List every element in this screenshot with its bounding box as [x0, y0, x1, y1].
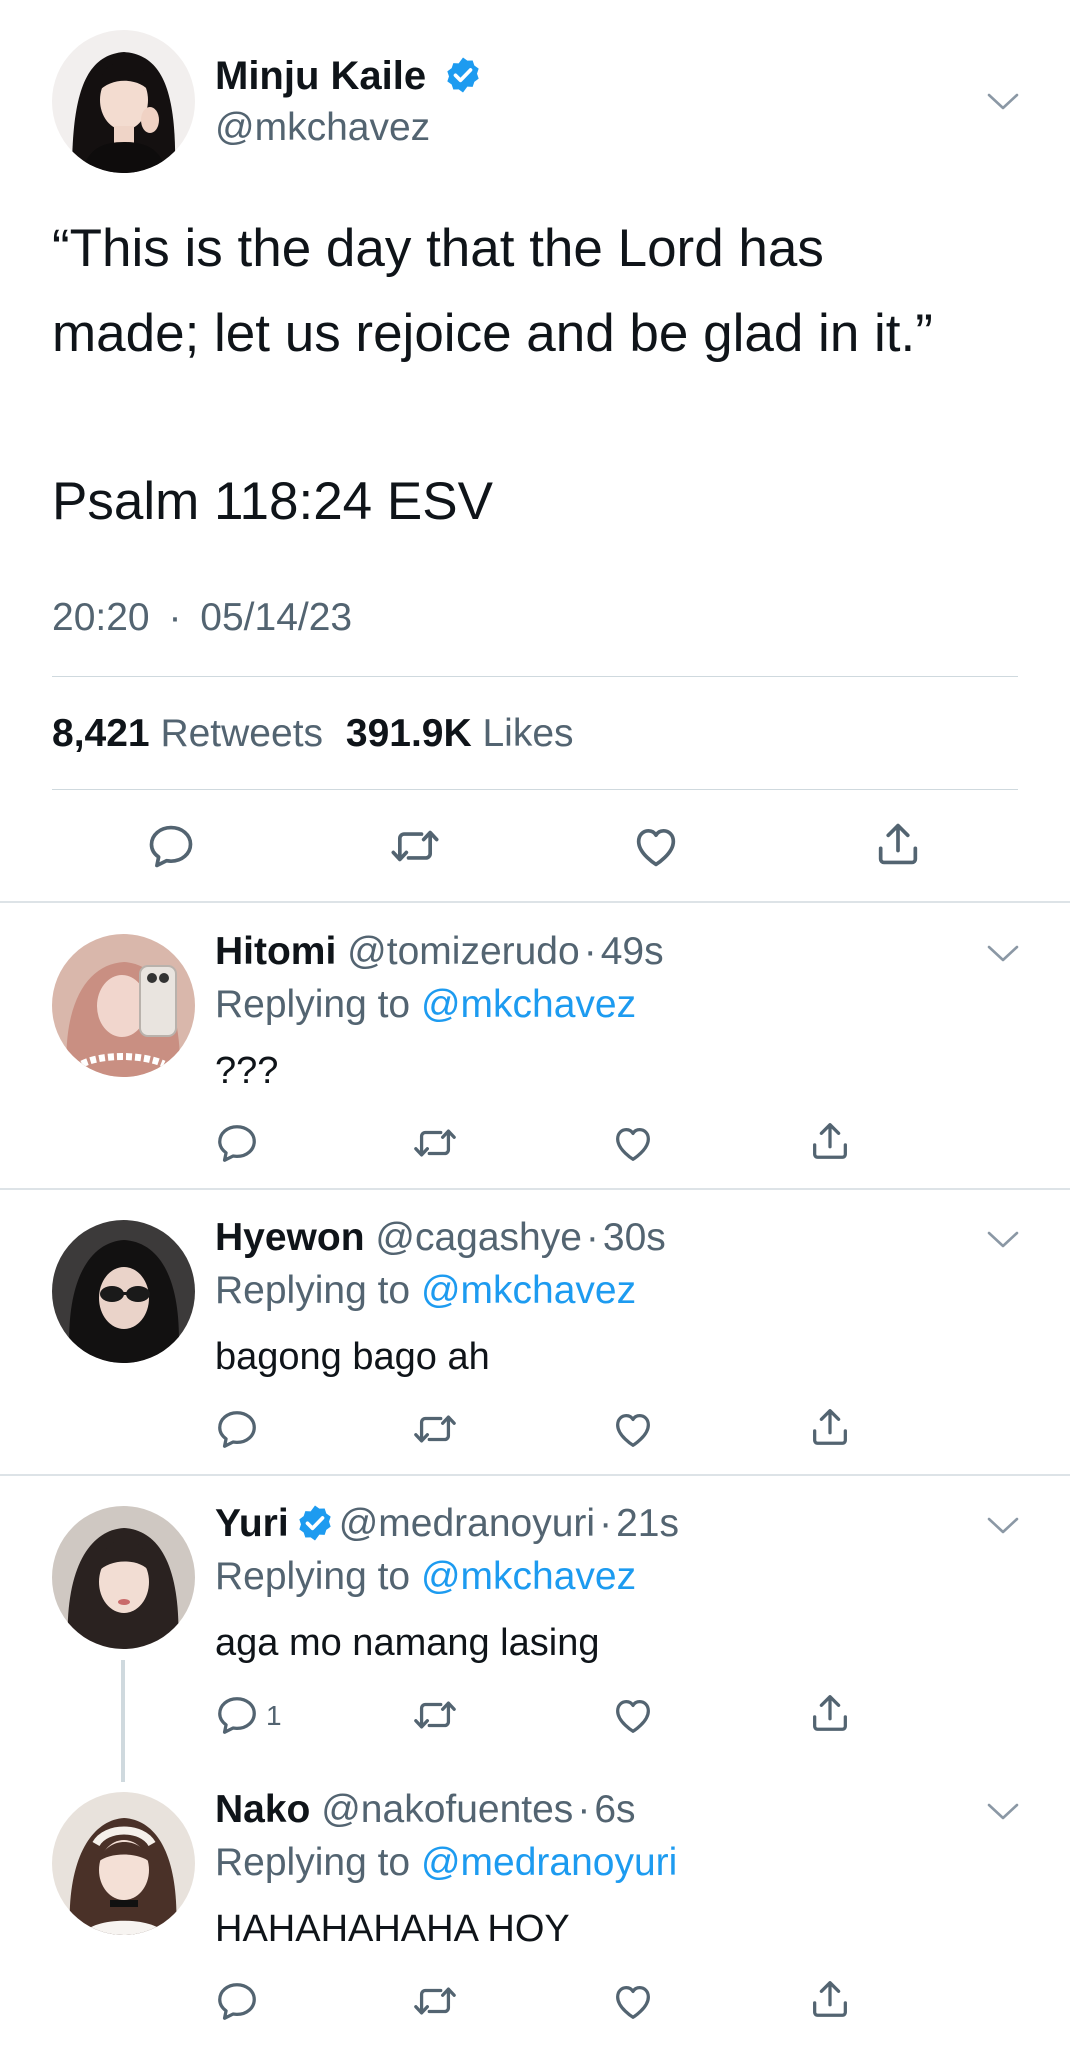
reply-header: Nako @nakofuentes · 6s [215, 1788, 636, 1832]
replying-to: Replying to @mkchavez [215, 1269, 636, 1313]
reply-count: 1 [266, 1700, 282, 1731]
divider [52, 789, 1018, 790]
tweet-text-line: made; let us rejoice and be glad in it.” [52, 304, 933, 363]
retweet-icon[interactable] [389, 820, 441, 872]
chevron-down-icon[interactable] [986, 1516, 1020, 1536]
avatar[interactable] [52, 1220, 195, 1363]
replying-to-label: Replying to [215, 1555, 411, 1598]
reply-author-name[interactable]: Hitomi [215, 930, 336, 973]
mention-link[interactable]: @mkchavez [421, 1555, 636, 1598]
tweet-text-line: Psalm 118:24 ESV [52, 472, 493, 531]
likes-count[interactable]: 391.9K [346, 712, 472, 755]
reply-author-name[interactable]: Nako [215, 1788, 310, 1831]
chevron-down-icon[interactable] [986, 1802, 1020, 1822]
reply-icon[interactable] [214, 1120, 260, 1166]
reply-author-handle[interactable]: @tomizerudo [347, 930, 580, 973]
replying-to: Replying to @medranoyuri [215, 1841, 677, 1885]
reply-text: aga mo namang lasing [215, 1622, 600, 1664]
thread-line [121, 1660, 125, 1782]
divider [0, 1188, 1070, 1190]
reply-header: Yuri @medranoyuri · 21s [215, 1502, 679, 1546]
like-icon[interactable] [610, 1406, 656, 1452]
reply-author-handle[interactable]: @cagashye [375, 1216, 582, 1259]
avatar[interactable] [52, 1792, 195, 1935]
separator: · [168, 596, 182, 639]
tweet-timestamp[interactable]: 20:20 · 05/14/23 [52, 596, 352, 640]
reply-header: Hyewon @cagashye · 30s [215, 1216, 666, 1260]
avatar[interactable] [52, 30, 195, 173]
divider [0, 1474, 1070, 1476]
mention-link[interactable]: @medranoyuri [421, 1841, 677, 1884]
reply-author-name[interactable]: Hyewon [215, 1216, 365, 1259]
tweet-time: 20:20 [52, 596, 150, 639]
reply-icon[interactable] [145, 820, 197, 872]
replying-to: Replying to @mkchavez [215, 983, 636, 1027]
like-icon[interactable] [630, 820, 682, 872]
reply-icon[interactable] [214, 1692, 260, 1738]
chevron-down-icon[interactable] [986, 92, 1020, 112]
mention-link[interactable]: @mkchavez [421, 983, 636, 1026]
chevron-down-icon[interactable] [986, 1230, 1020, 1250]
retweet-icon[interactable] [412, 1120, 458, 1166]
separator: · [577, 1788, 591, 1831]
reply-text: HAHAHAHAHA HOY [215, 1908, 570, 1950]
author-name-text: Minju Kaile [215, 54, 427, 98]
retweets-count[interactable]: 8,421 [52, 712, 150, 755]
share-icon[interactable] [807, 1118, 853, 1164]
replying-to-label: Replying to [215, 1269, 411, 1312]
separator: · [585, 1216, 599, 1259]
reply-time[interactable]: 6s [594, 1788, 635, 1831]
reply-time[interactable]: 30s [603, 1216, 666, 1259]
reply-icon[interactable] [214, 1978, 260, 2024]
like-icon[interactable] [610, 1978, 656, 2024]
separator: · [583, 930, 597, 973]
avatar[interactable] [52, 934, 195, 1077]
reply-time[interactable]: 49s [601, 930, 664, 973]
share-icon[interactable] [807, 1404, 853, 1450]
reply-header: Hitomi @tomizerudo · 49s [215, 930, 664, 974]
retweet-icon[interactable] [412, 1978, 458, 2024]
like-icon[interactable] [610, 1120, 656, 1166]
mention-link[interactable]: @mkchavez [421, 1269, 636, 1312]
share-icon[interactable] [807, 1690, 853, 1736]
author-handle[interactable]: @mkchavez [215, 106, 430, 150]
divider [0, 901, 1070, 903]
like-icon[interactable] [610, 1692, 656, 1738]
retweet-icon[interactable] [412, 1692, 458, 1738]
share-icon[interactable] [807, 1976, 853, 2022]
tweet-text-line: “This is the day that the Lord has [52, 219, 824, 278]
retweet-icon[interactable] [412, 1406, 458, 1452]
reply-author-handle[interactable]: @nakofuentes [321, 1788, 573, 1831]
reply-time[interactable]: 21s [616, 1502, 679, 1545]
tweet-stats: 8,421 Retweets 391.9K Likes [52, 712, 574, 756]
divider [52, 676, 1018, 677]
author-name[interactable]: Minju Kaile [215, 54, 483, 99]
replying-to-label: Replying to [215, 983, 411, 1026]
reply-text: bagong bago ah [215, 1336, 490, 1378]
replying-to: Replying to @mkchavez [215, 1555, 636, 1599]
separator: · [599, 1502, 613, 1545]
reply-icon[interactable] [214, 1406, 260, 1452]
avatar[interactable] [52, 1506, 195, 1649]
reply-author-name[interactable]: Yuri [215, 1502, 289, 1545]
reply-author-handle[interactable]: @medranoyuri [339, 1502, 595, 1545]
share-icon[interactable] [872, 818, 924, 870]
verified-badge-icon [443, 55, 483, 95]
likes-label[interactable]: Likes [482, 712, 573, 755]
replying-to-label: Replying to [215, 1841, 411, 1884]
chevron-down-icon[interactable] [986, 944, 1020, 964]
reply-text: ??? [215, 1050, 279, 1092]
tweet-date: 05/14/23 [200, 596, 353, 639]
retweets-label[interactable]: Retweets [160, 712, 323, 755]
verified-badge-icon [295, 1503, 335, 1543]
